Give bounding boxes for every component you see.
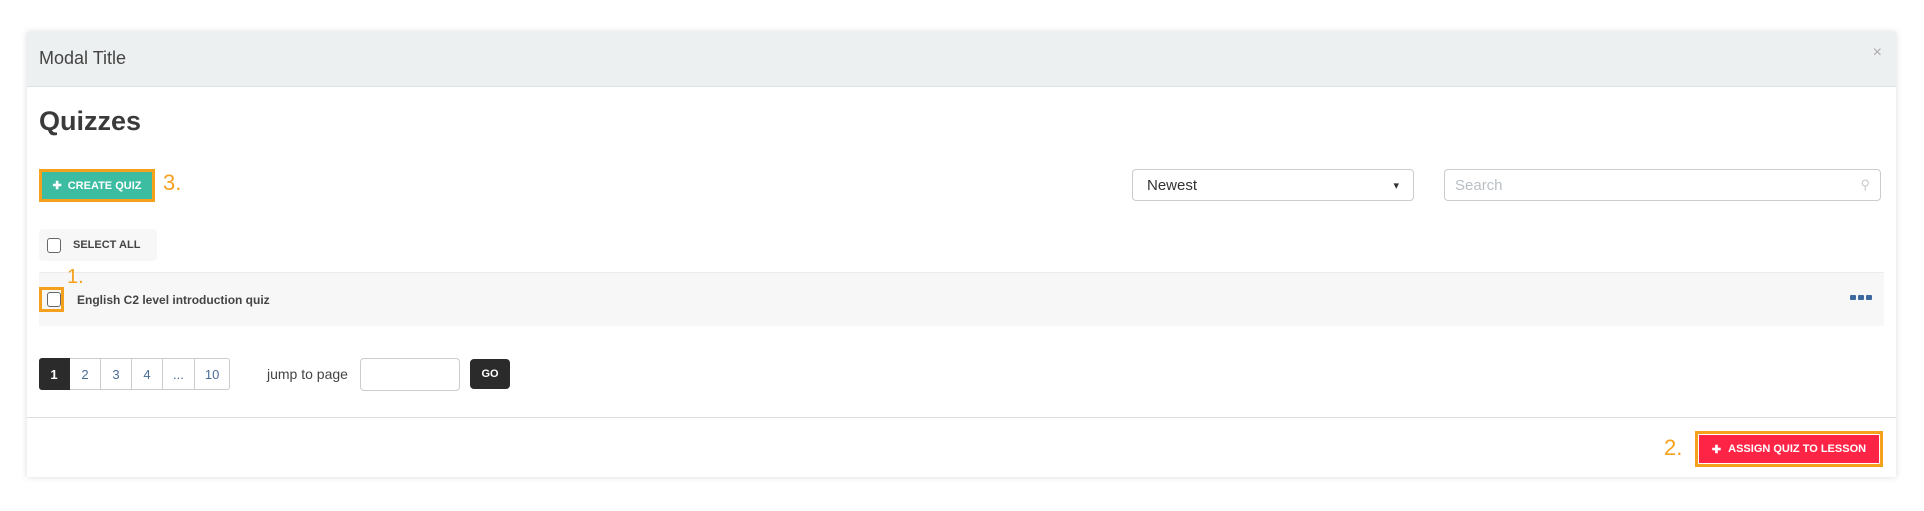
annotation-3: 3. [163,170,182,195]
create-quiz-label: CREATE QUIZ [67,179,142,192]
page-3[interactable]: 3 [101,358,132,390]
close-icon[interactable]: × [1873,44,1882,62]
search-icon: ⚲ [1860,177,1870,192]
modal-title: Modal Title [39,48,127,68]
assign-label: ASSIGN QUIZ TO LESSON [1728,443,1867,455]
modal-header: Modal Title × [27,32,1896,87]
list-item[interactable]: English C2 level introduction quiz [39,272,1884,326]
modal-footer [27,417,1896,418]
jump-to-page-input[interactable] [360,358,460,391]
plus-icon: ✚ [1711,443,1722,456]
assign-quiz-button[interactable]: ✚ ASSIGN QUIZ TO LESSON [1699,435,1879,463]
page-ellipsis[interactable]: ... [163,358,195,390]
page-1[interactable]: 1 [39,358,70,390]
annotation-2: 2. [1664,435,1683,460]
highlight-checkbox [39,287,64,312]
search-input[interactable] [1455,176,1829,194]
select-all[interactable]: SELECT ALL [39,229,157,261]
select-all-label: SELECT ALL [73,239,141,251]
go-button[interactable]: GO [470,359,510,389]
select-all-checkbox[interactable] [47,237,61,253]
page-title: Quizzes [39,106,142,136]
more-options-icon[interactable] [1850,295,1872,300]
page-10[interactable]: 10 [194,358,231,390]
chevron-down-icon: ▾ [1393,179,1399,192]
create-quiz-button[interactable]: ✚ CREATE QUIZ [42,172,152,199]
page-2[interactable]: 2 [70,358,101,390]
modal: Modal Title × Quizzes ✚ CREATE QUIZ 3. Ne… [27,32,1896,477]
sort-value: Newest [1147,176,1198,194]
sort-select[interactable]: Newest ▾ [1132,169,1414,201]
plus-icon: ✚ [52,180,62,192]
search-field[interactable]: ⚲ [1444,169,1881,201]
item-name: English C2 level introduction quiz [77,293,270,307]
page-4[interactable]: 4 [132,358,163,390]
annotation-1: 1. [67,266,84,288]
jump-label: jump to page [267,366,348,382]
pagination: 1 2 3 4 ... 10 [39,358,231,390]
